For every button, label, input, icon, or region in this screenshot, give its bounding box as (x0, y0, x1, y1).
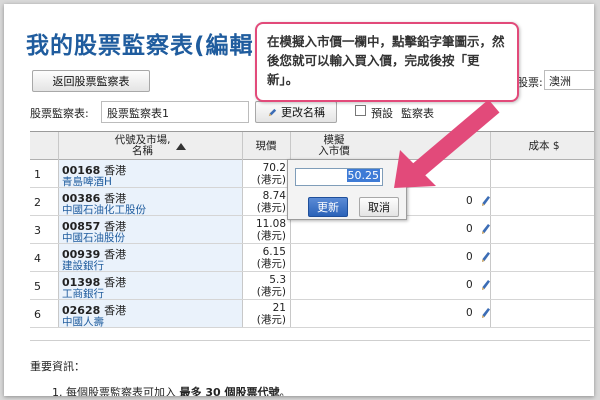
divider (30, 340, 590, 341)
rename-button[interactable]: 更改名稱 (255, 101, 337, 123)
stock-name-link[interactable]: 青島啤酒H (62, 174, 112, 189)
stock-cell: 00857 香港 中國石油股份 (59, 216, 242, 245)
current-price: 11.08 (港元) (255, 218, 286, 242)
stock-cell: 02628 香港 中國人壽 (59, 300, 242, 329)
current-price: 5.3 (港元) (256, 274, 286, 298)
table-row: 6 02628 香港 中國人壽 21 (港元) 0 (30, 300, 594, 328)
header-price: 現價 (255, 139, 277, 152)
table-row: 5 01398 香港 工商銀行 5.3 (港元) 0 (30, 272, 594, 300)
update-button[interactable]: 更新 (308, 197, 348, 217)
stock-name-link[interactable]: 工商銀行 (62, 286, 104, 301)
market-select[interactable]: 澳洲 (544, 70, 594, 90)
pencil-icon[interactable] (479, 194, 491, 208)
stock-market: 香港 (104, 248, 127, 261)
stock-name-link[interactable]: 建設銀行 (62, 258, 104, 273)
stock-name-link[interactable]: 中國人壽 (62, 314, 104, 329)
stock-name-link[interactable]: 中國石油股份 (62, 230, 125, 245)
row-number: 2 (34, 196, 41, 209)
header-code-label: 代號及市場, 名稱 (114, 134, 171, 157)
stock-name-link[interactable]: 中國石油化工股份 (62, 202, 146, 217)
header-code[interactable]: 代號及市場, 名稱 (59, 132, 242, 160)
page-title: 我的股票監察表(編輯 (26, 33, 254, 59)
sim-price-value: 0 (466, 223, 473, 235)
watchlist-name-label: 股票監察表: (30, 107, 89, 120)
row-number: 1 (34, 168, 41, 181)
stock-cell: 00168 香港 青島啤酒H (59, 160, 242, 189)
info-title: 重要資訊： (30, 360, 85, 373)
stock-cell: 01398 香港 工商銀行 (59, 272, 242, 301)
current-price: 21 (港元) (256, 302, 286, 326)
current-price: 6.15 (港元) (256, 246, 286, 270)
back-to-watchlist-button[interactable]: 返回股票監察表 (32, 70, 150, 92)
stock-cell: 00939 香港 建設銀行 (59, 244, 242, 273)
current-price: 8.74 (港元) (256, 190, 286, 214)
header-cost: 成本 $ (528, 139, 560, 152)
row-number: 5 (34, 280, 41, 293)
table-row: 4 00939 香港 建設銀行 6.15 (港元) 0 (30, 244, 594, 272)
stock-market: 香港 (104, 304, 127, 317)
pencil-icon[interactable] (479, 278, 491, 292)
header-sim-price: 模擬 入市價 (318, 134, 350, 157)
market-label: 股票: (517, 76, 543, 89)
current-price: 70.2 (港元) (256, 162, 286, 186)
info-item-bold: 最多 30 個股票代號 (179, 386, 280, 396)
info-item-text: 1. 每個股票監察表可加入 (52, 386, 180, 396)
pencil-icon[interactable] (479, 250, 491, 264)
sim-price-value: 50.25 (346, 169, 380, 182)
sort-icon[interactable] (176, 142, 187, 150)
sim-price-value: 0 (466, 195, 473, 207)
info-item: 1. 每個股票監察表可加入 最多 30 個股票代號。 (52, 384, 290, 396)
pencil-icon[interactable] (479, 306, 491, 320)
pencil-icon[interactable] (479, 222, 491, 236)
app-window: 我的股票監察表(編輯 返回股票監察表 股票監察表: 股票監察表1 更改名稱 預設… (4, 4, 594, 396)
row-number: 3 (34, 224, 41, 237)
sim-price-value: 0 (466, 307, 473, 319)
sim-price-input[interactable]: 50.25 (295, 168, 383, 186)
row-number: 4 (34, 252, 41, 265)
cancel-button[interactable]: 取消 (359, 197, 399, 217)
watchlist-name-input[interactable]: 股票監察表1 (101, 101, 249, 123)
table-header: 代號及市場, 名稱 現價 模擬 入市價 成本 $ (30, 132, 594, 160)
preset-checkbox[interactable] (355, 105, 366, 116)
table-row: 3 00857 香港 中國石油股份 11.08 (港元) 0 (30, 216, 594, 244)
arrow-icon (394, 100, 500, 188)
rename-button-label: 更改名稱 (281, 106, 325, 119)
info-item-suffix: 。 (279, 386, 291, 396)
row-number: 6 (34, 308, 41, 321)
stock-cell: 00386 香港 中國石油化工股份 (59, 188, 242, 217)
stock-market: 香港 (104, 276, 127, 289)
pencil-icon (268, 108, 277, 116)
sim-price-value: 0 (466, 279, 473, 291)
instruction-callout: 在模擬入市價一欄中，點擊鉛字筆圖示，然後您就可以輸入買入價，完成後按「更新」。 (255, 22, 519, 102)
sim-price-value: 0 (466, 251, 473, 263)
